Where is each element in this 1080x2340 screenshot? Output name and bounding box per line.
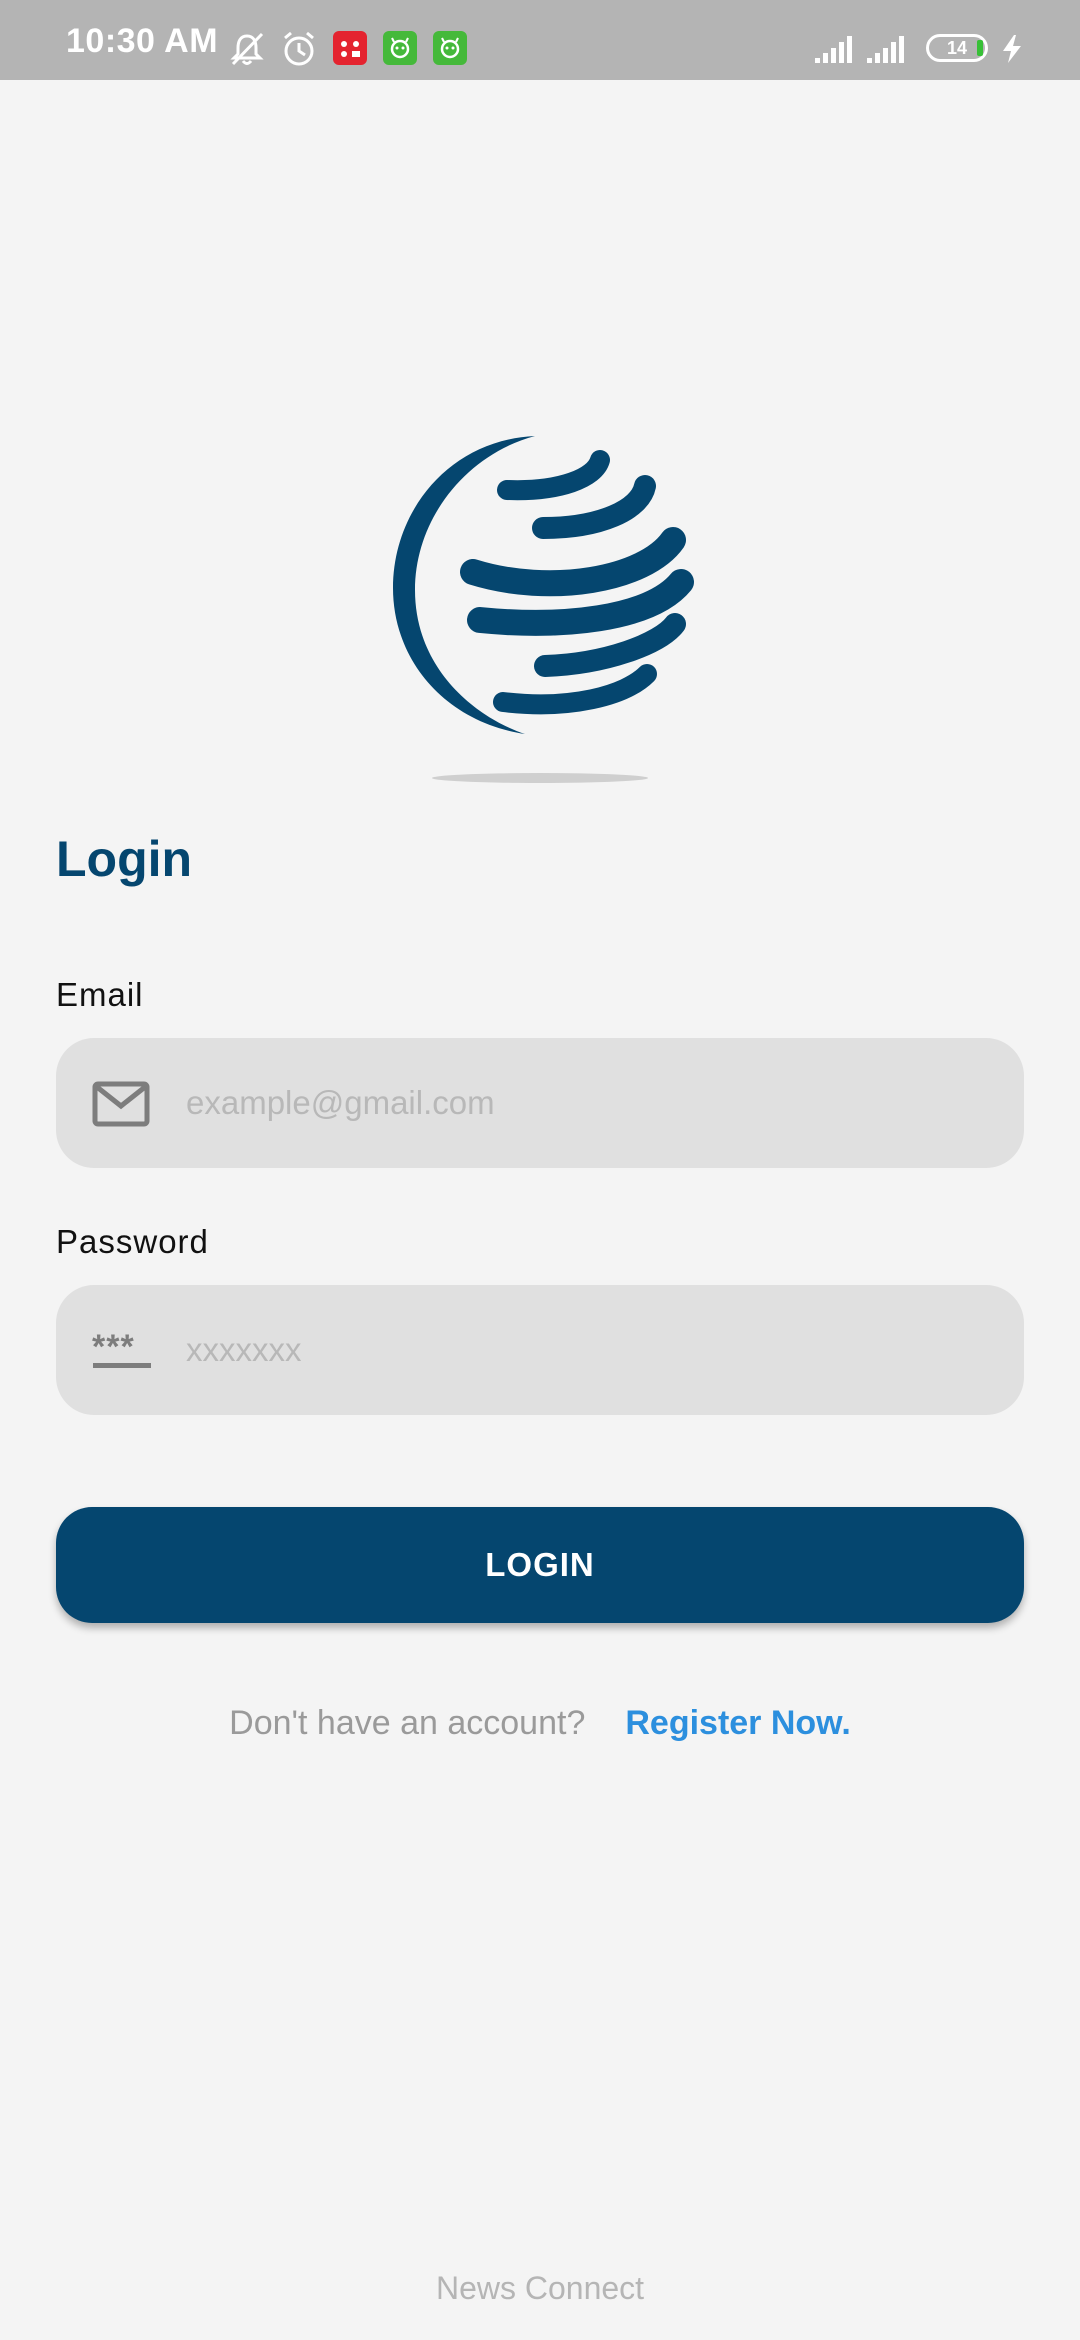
email-field[interactable] [56, 1038, 1024, 1168]
status-time: 10:30 AM [66, 22, 219, 60]
page-title: Login [56, 831, 193, 887]
register-row: Don't have an account? Register Now. [0, 1704, 1080, 1743]
svg-text:***: *** [92, 1334, 135, 1366]
app-brand: News Connect [435, 2270, 645, 2306]
login-button[interactable]: LOGIN [56, 1507, 1024, 1623]
logo-shadow [432, 773, 648, 783]
password-icon: *** [92, 1334, 151, 1368]
status-bar: 10:30 AM 14 [0, 0, 1080, 80]
signal-icon [815, 36, 852, 63]
globe-logo [393, 436, 694, 734]
mail-icon [92, 1081, 150, 1127]
mute-icon [230, 32, 264, 66]
password-label: Password [56, 1223, 209, 1260]
password-input[interactable] [186, 1317, 986, 1383]
notification-app-icon [383, 31, 417, 65]
email-input[interactable] [186, 1070, 986, 1136]
charging-icon [1003, 35, 1021, 63]
notification-app-icon [333, 31, 367, 65]
register-now-link[interactable]: Register Now. [625, 1704, 850, 1742]
signal-icon [867, 36, 904, 63]
notification-app-icon [433, 31, 467, 65]
alarm-icon [284, 31, 314, 66]
register-prompt: Don't have an account? [229, 1704, 586, 1742]
password-field[interactable]: *** [56, 1285, 1024, 1415]
battery-level: 14 [946, 38, 968, 58]
email-label: Email [56, 976, 144, 1013]
battery-icon: 14 [926, 34, 988, 62]
